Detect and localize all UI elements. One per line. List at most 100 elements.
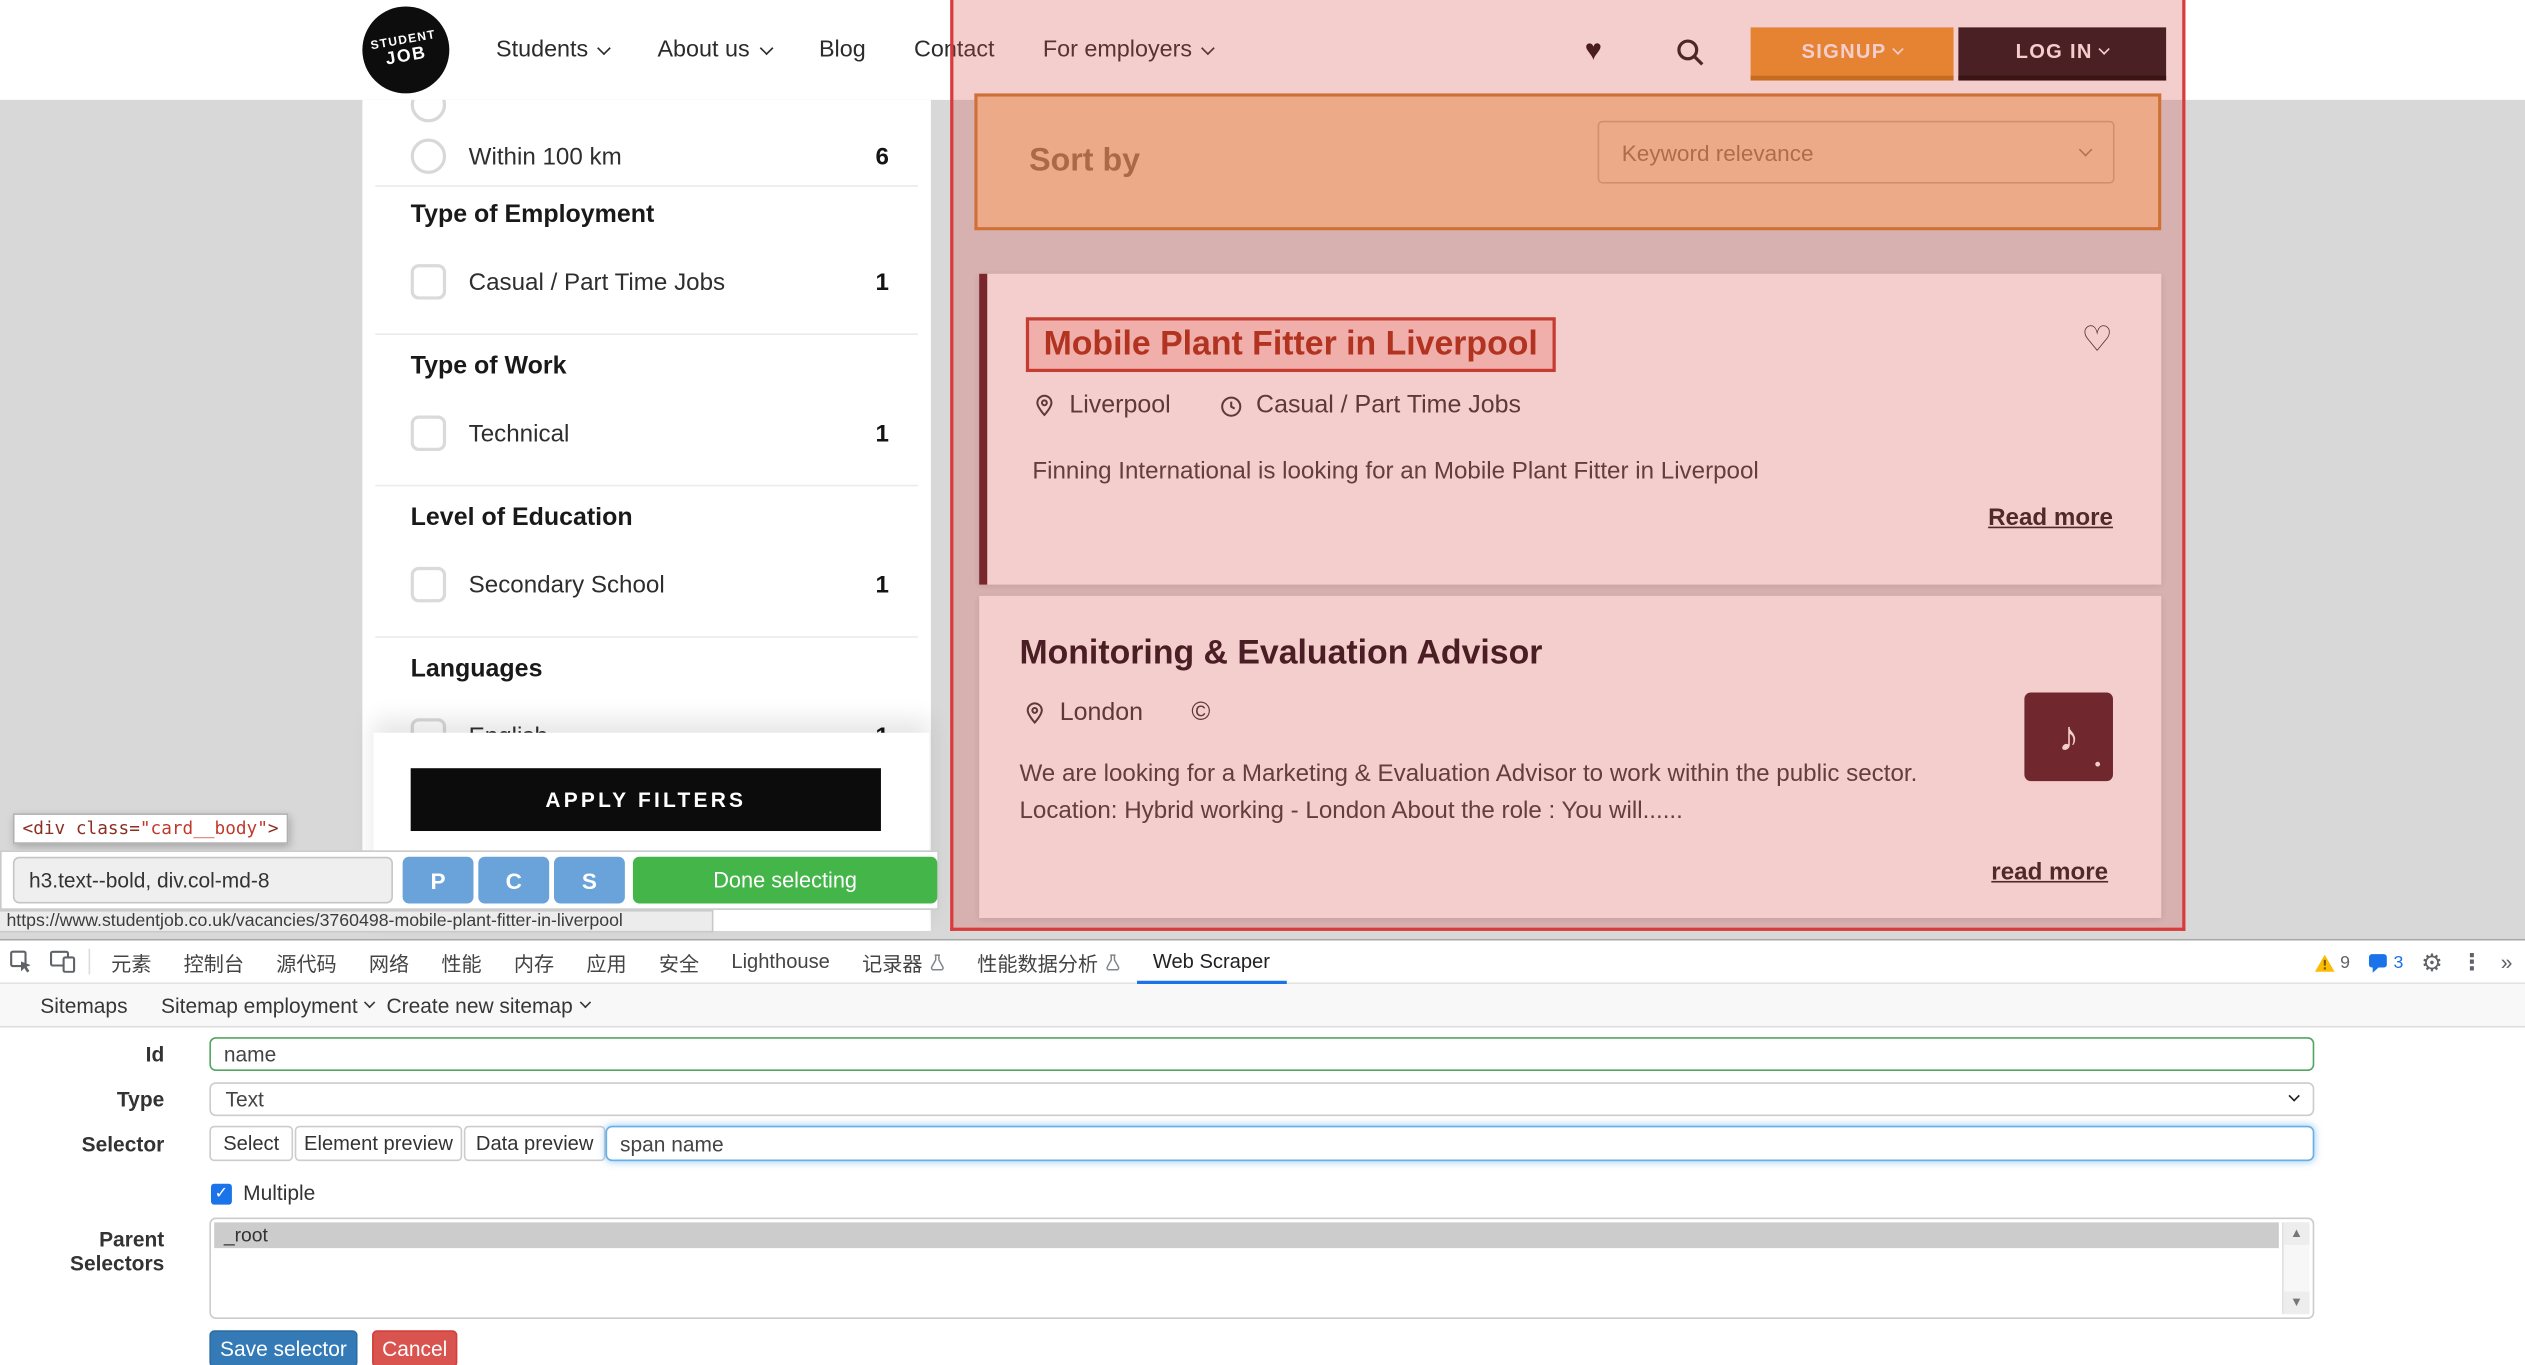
tab-elements[interactable]: 元素 (95, 940, 167, 983)
checkbox-icon[interactable] (411, 416, 446, 451)
signup-button[interactable]: SIGNUP (1751, 27, 1954, 80)
messages-indicator[interactable]: 3 (2368, 953, 2404, 972)
filter-count: 1 (876, 268, 889, 295)
sibling-button[interactable]: S (554, 857, 625, 904)
studentjob-logo[interactable]: STUDENT JOB (362, 6, 449, 93)
job2-title-link[interactable]: Monitoring & Evaluation Advisor (1019, 635, 1542, 674)
save-selector-button[interactable]: Save selector (209, 1330, 357, 1365)
tab-label: 网络 (369, 946, 409, 977)
done-selecting-button[interactable]: Done selecting (633, 857, 937, 904)
data-preview-button[interactable]: Data preview (464, 1126, 606, 1161)
logo-dot (2095, 762, 2100, 767)
scroll-up-arrow[interactable]: ▲ (2284, 1222, 2310, 1245)
sort-dropdown[interactable]: Keyword relevance (1598, 121, 2115, 184)
login-label: LOG IN (2016, 40, 2093, 63)
nav-for-employers[interactable]: For employers (1043, 37, 1213, 63)
filter-row-work: Technical 1 (411, 414, 889, 453)
job2-meta: London © (1023, 699, 1211, 728)
parent-selectors-listbox: _root ▲ ▼ (209, 1218, 2314, 1319)
login-button[interactable]: LOG IN (1958, 27, 2166, 80)
nav-blog[interactable]: Blog (819, 37, 866, 63)
tab-label: 性能 (441, 946, 481, 977)
filter-heading-employment: Type of Employment (411, 201, 655, 230)
tab-network[interactable]: 网络 (353, 940, 425, 983)
screen: STUDENT JOB Students About us Blog Conta… (0, 0, 2525, 1365)
id-input[interactable] (209, 1037, 2314, 1071)
menu-create-new-sitemap[interactable]: Create new sitemap (387, 984, 589, 1027)
selector-input[interactable] (606, 1126, 2315, 1161)
radio-icon[interactable] (411, 139, 446, 174)
multiple-checkbox[interactable]: ✓ (211, 1184, 232, 1205)
device-toolbar-icon[interactable] (42, 941, 84, 983)
filter-heading-education: Level of Education (411, 504, 633, 533)
warning-count: 9 (2340, 953, 2350, 972)
webscraper-menu-bar: Sitemaps Sitemap employment Create new s… (0, 984, 2525, 1027)
type-select[interactable]: Text (209, 1082, 2314, 1116)
logo-text: STUDENT JOB (370, 28, 441, 72)
element-tooltip: <div class="card__body"> (13, 813, 288, 844)
nav-students[interactable]: Students (496, 37, 609, 63)
tab-console[interactable]: 控制台 (168, 940, 261, 983)
radio-partial[interactable] (411, 100, 446, 123)
chevron-down-icon (759, 41, 773, 55)
filter-label: Casual / Part Time Jobs (469, 268, 725, 295)
element-preview-button[interactable]: Element preview (295, 1126, 462, 1161)
tab-label: 内存 (514, 946, 554, 977)
tab-sources[interactable]: 源代码 (260, 940, 353, 983)
message-count: 3 (2394, 953, 2404, 972)
job2-read-more-link[interactable]: read more (1991, 858, 2108, 885)
tab-performance[interactable]: 性能 (425, 940, 497, 983)
tab-application[interactable]: 应用 (570, 940, 642, 983)
settings-gear-icon[interactable]: ⚙ (2421, 948, 2443, 977)
parent-button[interactable]: P (403, 857, 474, 904)
filter-row-radius: Within 100 km 6 (411, 137, 889, 176)
menu-label: Sitemaps (40, 994, 127, 1018)
divider (375, 185, 918, 187)
overflow-chevron-icon[interactable]: » (2501, 950, 2513, 974)
tab-label: 安全 (659, 946, 699, 977)
kebab-menu-icon[interactable]: ⋮ (2460, 949, 2483, 976)
css-selector-preview-input[interactable] (13, 857, 393, 904)
tooltip-close: > (268, 818, 279, 839)
listbox-scrollbar[interactable]: ▲ ▼ (2282, 1222, 2309, 1314)
job1-title-link[interactable]: Mobile Plant Fitter in Liverpool (1044, 325, 1538, 364)
parent-option-root[interactable]: _root (214, 1222, 2279, 1248)
select-button[interactable]: Select (209, 1126, 293, 1161)
inspect-element-icon[interactable] (0, 941, 42, 983)
search-icon[interactable] (1675, 37, 1706, 76)
child-button[interactable]: C (478, 857, 549, 904)
checkbox-icon[interactable] (411, 264, 446, 299)
favorites-heart-icon[interactable]: ♥ (1585, 34, 1602, 68)
flask-icon (929, 953, 945, 971)
devtools-right-controls: 9 3 ⚙ ⋮ » (2314, 941, 2512, 984)
nav-about-us[interactable]: About us (657, 37, 770, 63)
job1-read-more-link[interactable]: Read more (1988, 504, 2113, 531)
apply-filters-button[interactable]: APPLY FILTERS (411, 768, 881, 831)
tab-security[interactable]: 安全 (643, 940, 715, 983)
tab-memory[interactable]: 内存 (498, 940, 570, 983)
tab-label: 性能数据分析 (977, 946, 1098, 977)
tab-performance-insights[interactable]: 性能数据分析 (961, 940, 1137, 983)
sort-dropdown-value: Keyword relevance (1622, 139, 1814, 165)
nav-contact[interactable]: Contact (914, 37, 994, 63)
menu-sitemaps[interactable]: Sitemaps (40, 984, 127, 1027)
tab-recorder[interactable]: 记录器 (846, 940, 961, 983)
menu-sitemap-current[interactable]: Sitemap employment (161, 984, 374, 1027)
chevron-down-icon (2099, 43, 2110, 54)
parent-selectors-label: Parent Selectors (0, 1227, 164, 1275)
divider (375, 333, 918, 335)
webscraper-selection-toolbar: P C S Done selecting (0, 850, 939, 910)
nav-contact-label: Contact (914, 37, 994, 63)
chevron-down-icon (598, 41, 612, 55)
tab-lighthouse[interactable]: Lighthouse (715, 940, 846, 983)
devtools-panel: 元素 控制台 源代码 网络 性能 内存 应用 安全 Lighthouse 记录器… (0, 939, 2525, 1365)
browser-viewport: STUDENT JOB Students About us Blog Conta… (0, 0, 2525, 939)
tab-web-scraper[interactable]: Web Scraper (1137, 940, 1286, 983)
chevron-down-icon (2288, 1090, 2299, 1101)
logo-note-glyph: ♪ (2058, 712, 2079, 762)
scroll-down-arrow[interactable]: ▼ (2284, 1292, 2310, 1315)
warnings-indicator[interactable]: 9 (2314, 953, 2350, 972)
favorite-heart-outline-icon[interactable]: ♡ (2081, 319, 2113, 361)
cancel-button[interactable]: Cancel (372, 1330, 457, 1365)
checkbox-icon[interactable] (411, 567, 446, 602)
